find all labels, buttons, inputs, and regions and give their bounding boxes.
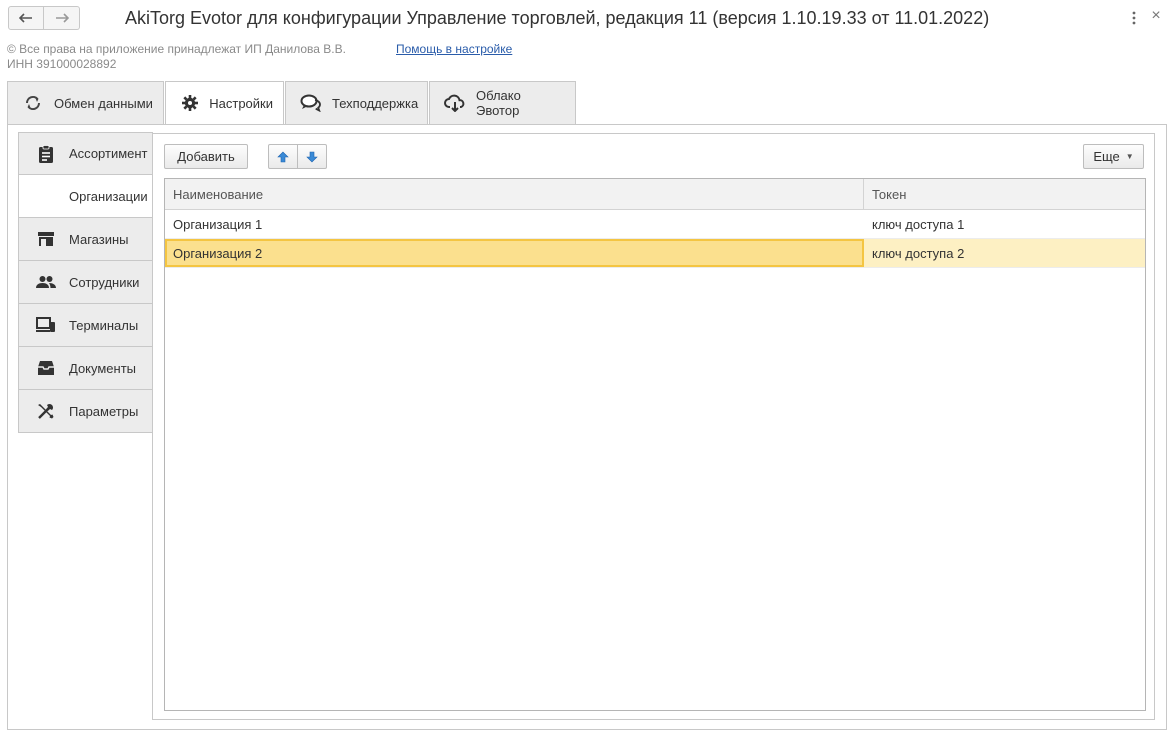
help-link[interactable]: Помощь в настройке (396, 42, 512, 56)
forward-button[interactable] (44, 6, 80, 30)
cloud-download-icon (444, 94, 466, 112)
more-label: Еще (1093, 149, 1120, 164)
sidebar-item-stores[interactable]: Магазины (18, 218, 153, 261)
cell-name[interactable]: Организация 2 (165, 239, 864, 267)
copyright-text: © Все права на приложение принадлежат ИП… (7, 42, 346, 56)
vertical-dots-icon[interactable] (1128, 10, 1140, 26)
gear-icon (180, 94, 199, 112)
arrow-up-icon (277, 151, 289, 162)
chat-icon (300, 94, 322, 112)
tab-label: Обмен данными (54, 95, 153, 111)
close-icon[interactable]: × (1148, 8, 1164, 24)
chevron-down-icon: ▼ (1125, 152, 1134, 161)
tab-label: Облако Эвотор (476, 88, 521, 118)
tools-icon (35, 402, 57, 420)
arrow-right-icon (55, 13, 69, 23)
more-button[interactable]: Еще ▼ (1083, 144, 1144, 169)
move-up-button[interactable] (268, 144, 298, 169)
cell-token[interactable]: ключ доступа 2 (864, 239, 1145, 267)
move-down-button[interactable] (297, 144, 327, 169)
sidebar-item-assortment[interactable]: Ассортимент (18, 132, 153, 175)
cell-token[interactable]: ключ доступа 1 (864, 210, 1145, 238)
back-button[interactable] (8, 6, 44, 30)
tab-label: Техподдержка (332, 95, 419, 111)
organizations-table: Наименование Токен Организация 1 ключ до… (164, 178, 1146, 711)
store-icon (35, 230, 57, 248)
cell-name[interactable]: Организация 1 (165, 210, 864, 238)
devices-icon (35, 316, 57, 334)
sidebar-item-label: Магазины (69, 231, 129, 247)
settings-sidebar: Ассортимент Организации Магазины Сотрудн… (18, 132, 153, 433)
inn-text: ИНН 391000028892 (7, 57, 117, 71)
clipboard-icon (35, 144, 57, 163)
window-title: AkiTorg Evotor для конфигурации Управлен… (125, 8, 990, 28)
sidebar-item-label: Сотрудники (69, 274, 140, 290)
sidebar-item-parameters[interactable]: Параметры (18, 390, 153, 433)
sidebar-item-documents[interactable]: Документы (18, 347, 153, 390)
sync-icon (22, 94, 44, 112)
table-header: Наименование Токен (165, 179, 1145, 210)
column-header-name[interactable]: Наименование (165, 179, 864, 209)
sidebar-item-label: Параметры (69, 403, 139, 419)
table-row-selected[interactable]: Организация 2 ключ доступа 2 (165, 239, 1145, 268)
add-button[interactable]: Добавить (164, 144, 248, 169)
people-icon (35, 273, 57, 291)
tab-label: Настройки (209, 95, 273, 111)
sidebar-item-label: Организации (69, 188, 148, 204)
tab-support[interactable]: Техподдержка (285, 81, 428, 125)
sidebar-item-employees[interactable]: Сотрудники (18, 261, 153, 304)
tab-evotor-cloud[interactable]: Облако Эвотор (429, 81, 576, 125)
sidebar-item-terminals[interactable]: Терминалы (18, 304, 153, 347)
inbox-icon (35, 359, 57, 377)
column-header-token[interactable]: Токен (864, 179, 1145, 209)
tab-data-exchange[interactable]: Обмен данными (7, 81, 164, 125)
sidebar-item-label: Ассортимент (69, 146, 148, 161)
tab-settings[interactable]: Настройки (165, 81, 284, 125)
sidebar-item-label: Терминалы (69, 317, 139, 333)
sidebar-item-label: Документы (69, 360, 137, 376)
table-row[interactable]: Организация 1 ключ доступа 1 (165, 210, 1145, 239)
sidebar-item-organizations[interactable]: Организации (18, 175, 153, 218)
arrow-left-icon (19, 13, 32, 23)
arrow-down-icon (306, 151, 318, 162)
main-tabs: Обмен данными Настройки Техподдержка Обл… (7, 81, 577, 125)
organizations-content: Добавить Еще ▼ Наименование Токен Органи… (152, 133, 1155, 720)
